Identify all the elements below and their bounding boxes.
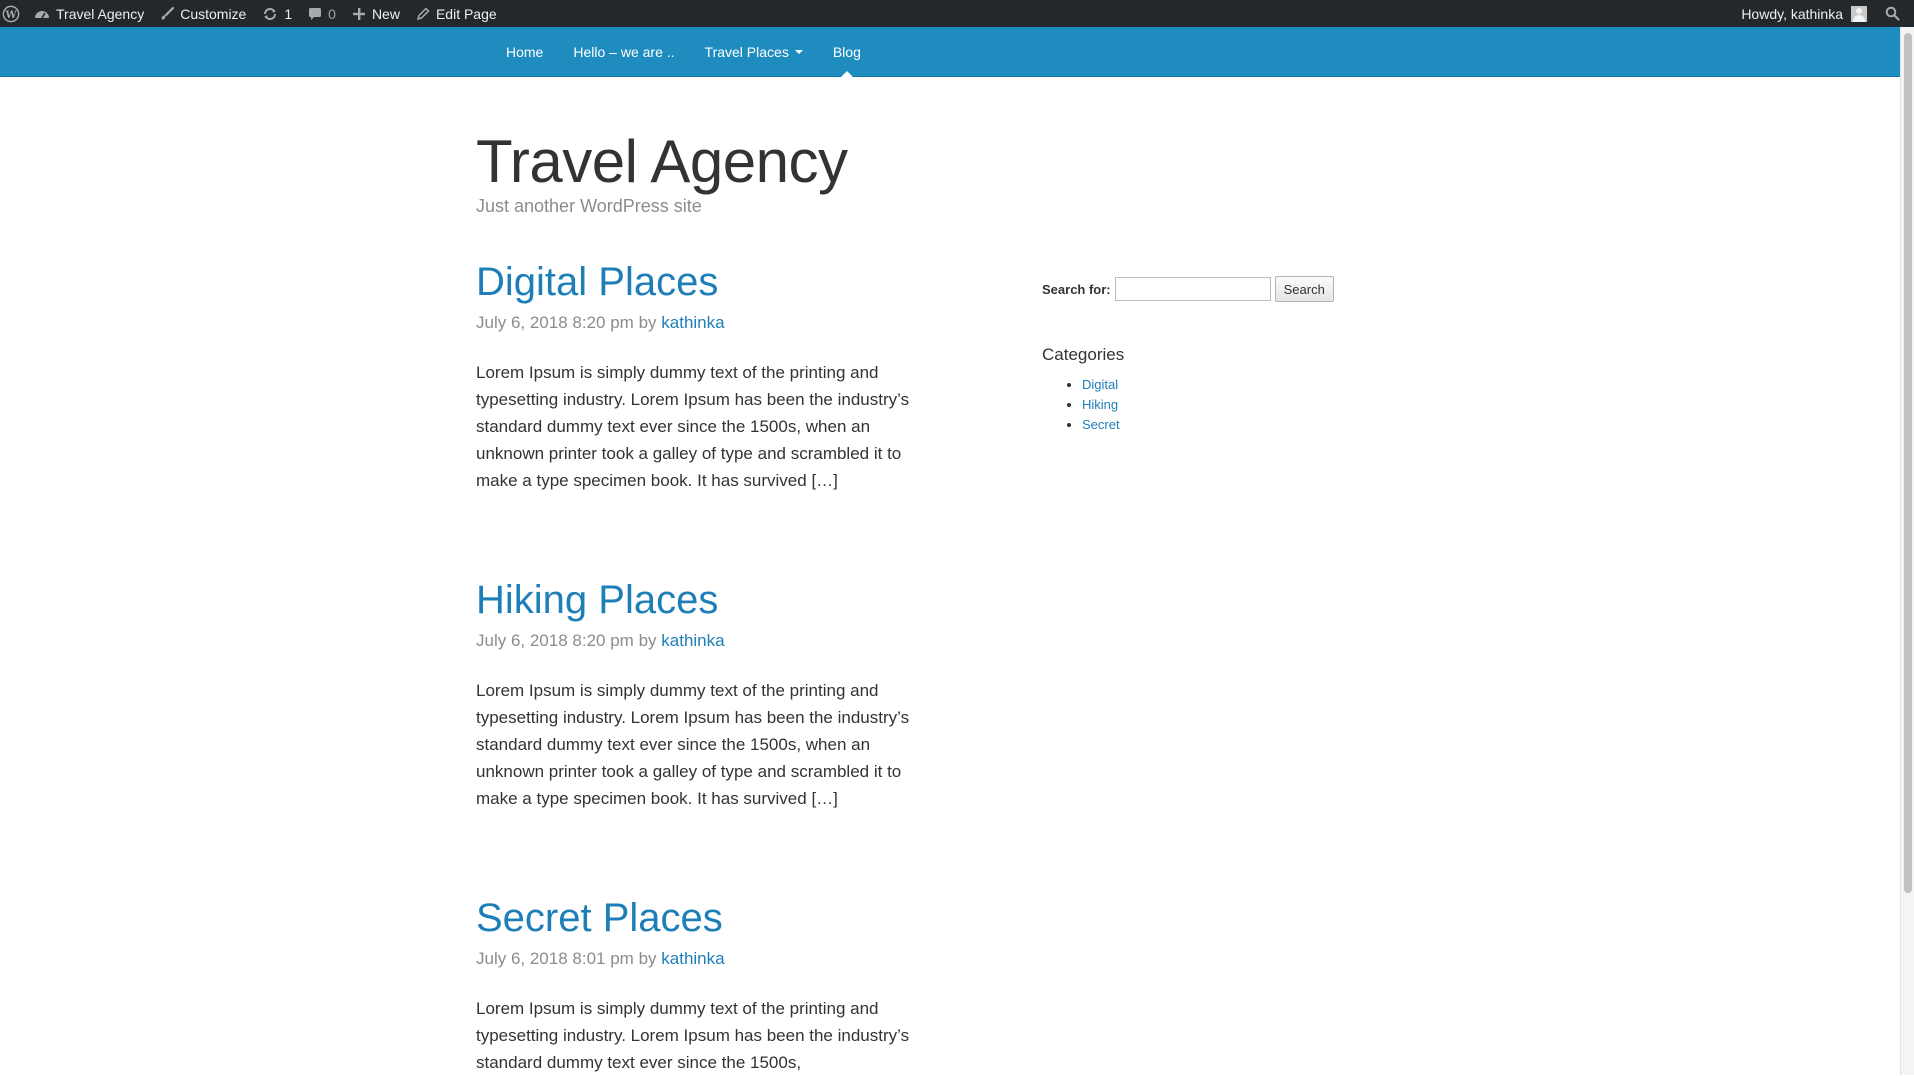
comments-count: 0 [328,5,336,22]
edit-page-link[interactable]: Edit Page [408,0,505,27]
site-tagline: Just another WordPress site [476,196,702,216]
category-link-digital[interactable]: Digital [1082,377,1118,392]
post-author-link[interactable]: kathinka [661,631,724,650]
post-by: by [638,949,657,968]
post-digital-places: Digital Places July 6, 2018 8:20 pm by k… [476,257,936,494]
customize-label: Customize [180,5,247,22]
nav-item-blog[interactable]: Blog [818,27,876,77]
user-avatar [1851,5,1867,22]
categories-list: Digital Hiking Secret [1042,375,1402,435]
nav-label: Travel Places [704,43,789,60]
post-date: July 6, 2018 8:20 pm [476,313,634,332]
my-account-link[interactable]: Howdy, kathinka [1733,0,1875,27]
page-scrollbar[interactable] [1900,27,1914,1075]
post-excerpt: Lorem Ipsum is simply dummy text of the … [476,363,910,490]
nav-label: Hello – we are .. [573,43,675,60]
paintbrush-icon [160,6,175,21]
site-name-link[interactable]: Travel Agency [26,0,152,27]
post-title-link[interactable]: Digital Places [476,257,936,307]
wordpress-logo-icon: W [2,5,20,23]
comments-link[interactable]: 0 [300,0,344,27]
nav-item-travel-places[interactable]: Travel Places [690,27,818,76]
category-item: Hiking [1082,395,1402,415]
pencil-icon [416,6,430,21]
updates-count: 1 [284,5,293,22]
post-title-link[interactable]: Hiking Places [476,575,936,625]
post-excerpt: Lorem Ipsum is simply dummy text of the … [476,999,910,1072]
howdy-label: Howdy, kathinka [1741,5,1843,22]
post-secret-places: Secret Places July 6, 2018 8:01 pm by ka… [476,893,936,1076]
admin-search-button[interactable] [1875,0,1914,27]
post-by: by [638,631,657,650]
nav-label: Blog [832,43,861,60]
post-date: July 6, 2018 8:01 pm [476,949,634,968]
svg-text:W: W [4,9,17,20]
main-menu: Home Hello – we are .. Travel Places Blo… [491,27,876,77]
category-item: Digital [1082,375,1402,395]
category-link-hiking[interactable]: Hiking [1082,397,1118,412]
edit-page-label: Edit Page [435,5,497,22]
new-content-link[interactable]: New [344,0,408,27]
nav-item-home[interactable]: Home [491,27,558,76]
search-button[interactable]: Search [1274,276,1334,302]
search-icon [1885,6,1900,21]
post-author-link[interactable]: kathinka [661,313,724,332]
post-excerpt: Lorem Ipsum is simply dummy text of the … [476,681,910,808]
sidebar: Search for: Search Categories Digital Hi… [1042,275,1402,435]
post-meta: July 6, 2018 8:20 pm by kathinka [476,313,936,333]
site-title[interactable]: Travel Agency [476,126,848,198]
site-name-label: Travel Agency [56,5,145,22]
scrollbar-thumb[interactable] [1904,33,1912,893]
wordpress-logo-button[interactable]: W [0,0,26,27]
new-label: New [371,5,400,22]
main-navigation: Home Hello – we are .. Travel Places Blo… [0,27,1900,77]
nav-label: Home [506,43,544,60]
category-item: Secret [1082,415,1402,435]
category-link-secret[interactable]: Secret [1082,417,1120,432]
nav-item-hello[interactable]: Hello – we are .. [558,27,689,76]
search-label: Search for: [1042,281,1111,297]
updates-icon [262,7,278,21]
post-by: by [638,313,657,332]
search-input[interactable] [1114,277,1271,301]
plus-icon [352,7,366,21]
updates-link[interactable]: 1 [254,0,300,27]
caret-down-icon [794,49,803,54]
dashboard-icon [34,7,50,21]
customize-link[interactable]: Customize [152,0,254,27]
post-meta: July 6, 2018 8:20 pm by kathinka [476,631,936,651]
post-author-link[interactable]: kathinka [661,949,724,968]
admin-bar: W Travel Agency Customize 1 0 New Edit P… [0,0,1914,27]
comment-icon [308,7,322,21]
categories-heading: Categories [1042,345,1125,364]
search-form: Search for: Search [1042,275,1402,303]
post-hiking-places: Hiking Places July 6, 2018 8:20 pm by ka… [476,575,936,812]
post-title-link[interactable]: Secret Places [476,893,936,943]
post-meta: July 6, 2018 8:01 pm by kathinka [476,949,936,969]
post-date: July 6, 2018 8:20 pm [476,631,634,650]
